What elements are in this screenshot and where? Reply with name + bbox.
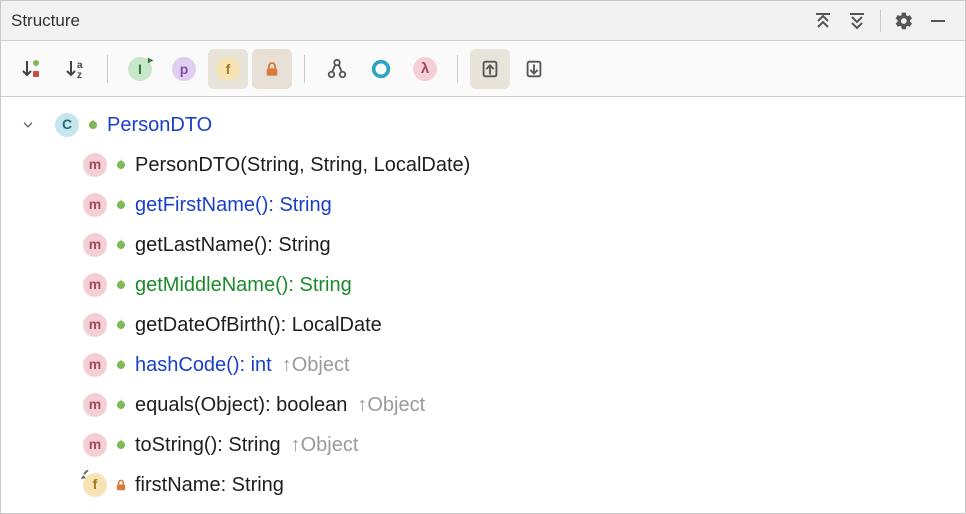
autoscroll-to-icon (479, 58, 501, 80)
tree-node-method[interactable]: m equals(Object): boolean ↑Object (1, 385, 965, 425)
lock-icon (263, 60, 281, 78)
method-icon: m (83, 153, 107, 177)
show-nonpublic-button[interactable] (252, 49, 292, 89)
tree-children: m PersonDTO(String, String, LocalDate) m ge… (1, 145, 965, 505)
public-visibility-icon (113, 277, 129, 293)
autoscroll-from-source-button[interactable] (514, 49, 554, 89)
public-visibility-icon (113, 157, 129, 173)
minimize-icon (928, 11, 948, 31)
public-visibility-icon (85, 117, 101, 133)
method-icon: m (83, 273, 107, 297)
method-icon: m (83, 233, 107, 257)
public-visibility-icon (113, 237, 129, 253)
origin-label: ↑Object (282, 351, 350, 379)
autoscroll-from-icon (523, 58, 545, 80)
expand-all-button[interactable] (806, 4, 840, 38)
titlebar: Structure (1, 1, 965, 41)
field-icon: f (83, 473, 107, 497)
origin-label: ↑Object (291, 431, 359, 459)
property-icon: p (172, 57, 196, 81)
autoscroll-to-source-button[interactable] (470, 49, 510, 89)
method-icon: m (83, 393, 107, 417)
tree-node-method[interactable]: m getFirstName(): String (1, 185, 965, 225)
sort-alpha-icon: a z (63, 57, 87, 81)
node-label: getLastName(): String (135, 231, 331, 259)
sort-by-visibility-button[interactable] (11, 49, 51, 89)
private-visibility-icon (113, 477, 129, 493)
hide-button[interactable] (921, 4, 955, 38)
tree-node-field[interactable]: f firstName: String (1, 465, 965, 505)
show-properties-button[interactable]: p (164, 49, 204, 89)
panel-title: Structure (11, 11, 806, 31)
settings-button[interactable] (887, 4, 921, 38)
structure-tool-window: Structure (0, 0, 966, 514)
class-icon: C (55, 113, 79, 137)
show-anonymous-button[interactable] (361, 49, 401, 89)
show-inherited-button[interactable] (317, 49, 357, 89)
divider (304, 55, 305, 83)
interface-icon: I ▸ (128, 57, 152, 81)
show-lambdas-button[interactable]: λ (405, 49, 445, 89)
tree-node-method[interactable]: m getDateOfBirth(): LocalDate (1, 305, 965, 345)
public-visibility-icon (113, 357, 129, 373)
tree-node-class[interactable]: C PersonDTO (1, 105, 965, 145)
public-visibility-icon (113, 317, 129, 333)
inherited-icon (326, 58, 348, 80)
expand-all-icon (813, 11, 833, 31)
show-fields-button[interactable]: f (208, 49, 248, 89)
node-label: hashCode(): int (135, 351, 272, 379)
tree-node-method[interactable]: m toString(): String ↑Object (1, 425, 965, 465)
method-icon: m (83, 193, 107, 217)
show-interfaces-button[interactable]: I ▸ (120, 49, 160, 89)
tree-node-method[interactable]: m getLastName(): String (1, 225, 965, 265)
node-label: getFirstName(): String (135, 191, 332, 219)
node-label: equals(Object): boolean (135, 391, 347, 419)
public-visibility-icon (113, 437, 129, 453)
method-icon: m (83, 353, 107, 377)
tree-node-method[interactable]: m PersonDTO(String, String, LocalDate) (1, 145, 965, 185)
node-label: getMiddleName(): String (135, 271, 352, 299)
divider (107, 55, 108, 83)
method-icon: m (83, 433, 107, 457)
collapse-all-button[interactable] (840, 4, 874, 38)
public-visibility-icon (113, 197, 129, 213)
node-label: PersonDTO(String, String, LocalDate) (135, 151, 470, 179)
public-visibility-icon (113, 397, 129, 413)
divider (880, 10, 881, 32)
structure-toolbar: a z I ▸ p f (1, 41, 965, 97)
node-label: getDateOfBirth(): LocalDate (135, 311, 382, 339)
chevron-down-icon[interactable] (19, 118, 37, 132)
structure-tree[interactable]: C PersonDTO m PersonDTO(String, String, L… (1, 97, 965, 513)
divider (457, 55, 458, 83)
node-label: PersonDTO (107, 111, 212, 139)
tree-node-method[interactable]: m getMiddleName(): String (1, 265, 965, 305)
node-label: firstName: String (135, 471, 284, 499)
origin-label: ↑Object (357, 391, 425, 419)
sort-visibility-icon (19, 57, 43, 81)
sort-alphabetically-button[interactable]: a z (55, 49, 95, 89)
gear-icon (894, 11, 914, 31)
collapse-all-icon (847, 11, 867, 31)
node-label: toString(): String (135, 431, 281, 459)
anonymous-icon (370, 58, 392, 80)
tree-node-method[interactable]: m hashCode(): int ↑Object (1, 345, 965, 385)
field-icon: f (216, 57, 240, 81)
method-icon: m (83, 313, 107, 337)
svg-text:z: z (77, 70, 82, 81)
lambda-icon: λ (413, 57, 437, 81)
